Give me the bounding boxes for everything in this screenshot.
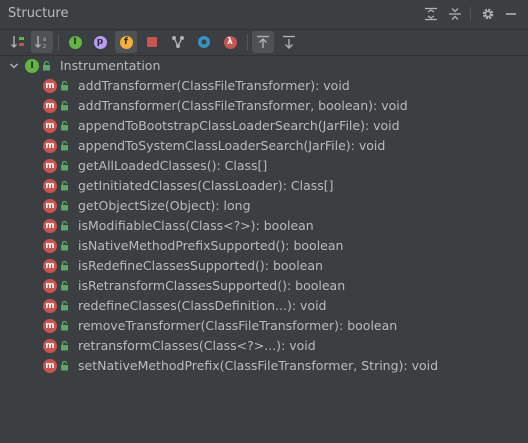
method-icon: m [43, 339, 57, 353]
method-icon: m [43, 159, 57, 173]
tree-item-label: getAllLoadedClasses(): Class[] [78, 158, 268, 173]
method-icon: m [43, 219, 57, 233]
tree-item-label: redefineClasses(ClassDefinition...): voi… [78, 298, 327, 313]
autoscroll-from-source-icon[interactable] [278, 31, 300, 53]
tree-item-label: isRetransformClassesSupported(): boolean [78, 278, 346, 293]
tree-item-row[interactable]: m appendToBootstrapClassLoaderSearch(JarF… [0, 116, 528, 136]
tree-item-label: isNativeMethodPrefixSupported(): boolean [78, 238, 344, 253]
tree-item-row[interactable]: m isNativeMethodPrefixSupported(): boolea… [0, 236, 528, 256]
tree-item-row[interactable]: m getObjectSize(Object): long [0, 196, 528, 216]
method-icon: m [43, 139, 57, 153]
structure-toolbar: a z I p f λ [0, 29, 528, 56]
tree-item-row[interactable]: m removeTransformer(ClassFileTransformer)… [0, 316, 528, 336]
lock-icon [61, 281, 68, 291]
show-lambda-icon[interactable]: λ [219, 31, 241, 53]
show-fields-icon[interactable]: f [115, 31, 137, 53]
show-properties-icon[interactable]: p [89, 31, 111, 53]
method-icon: m [43, 299, 57, 313]
method-icon: m [43, 279, 57, 293]
toolbar-separator [247, 34, 248, 50]
lock-icon [61, 361, 68, 371]
tree-root-row[interactable]: I Instrumentation [0, 56, 528, 76]
lock-icon [61, 241, 68, 251]
tree-item-row[interactable]: m redefineClasses(ClassDefinition...): vo… [0, 296, 528, 316]
toolbar-separator [58, 34, 59, 50]
svg-text:z: z [43, 43, 46, 50]
panel-header: Structure [0, 0, 528, 30]
autoscroll-to-source-icon[interactable] [252, 31, 274, 53]
method-icon: m [43, 119, 57, 133]
lock-icon [61, 321, 68, 331]
show-non-public-icon[interactable] [141, 31, 163, 53]
structure-panel: Structure a z I p f λ I Instrumentation … [0, 0, 528, 443]
tree-item-row[interactable]: m isModifiableClass(Class<?>): boolean [0, 216, 528, 236]
tree-item-label: addTransformer(ClassFileTransformer): vo… [78, 78, 350, 93]
method-icon: m [43, 79, 57, 93]
lock-icon [61, 161, 68, 171]
header-separator [470, 7, 471, 21]
gear-icon[interactable] [479, 5, 497, 23]
method-icon: m [43, 179, 57, 193]
tree-item-label: addTransformer(ClassFileTransformer, boo… [78, 98, 408, 113]
tree-item-label: setNativeMethodPrefix(ClassFileTransform… [78, 358, 439, 373]
tree-item-row[interactable]: m isRedefineClassesSupported(): boolean [0, 256, 528, 276]
tree-item-label: isRedefineClassesSupported(): boolean [78, 258, 323, 273]
show-inherited-icon[interactable]: I [64, 31, 86, 53]
show-lambdas-icon[interactable] [193, 31, 215, 53]
tree-item-row[interactable]: m setNativeMethodPrefix(ClassFileTransfor… [0, 356, 528, 376]
tree-item-label: getInitiatedClasses(ClassLoader): Class[… [78, 178, 334, 193]
lock-icon [61, 221, 68, 231]
lock-icon [61, 201, 68, 211]
lock-icon [61, 121, 68, 131]
tree-item-label: isModifiableClass(Class<?>): boolean [78, 218, 314, 233]
tree-root-label: Instrumentation [60, 58, 161, 73]
lock-icon [43, 61, 50, 71]
lock-icon [61, 301, 68, 311]
tree-item-row[interactable]: m addTransformer(ClassFileTransformer, bo… [0, 96, 528, 116]
tree-item-label: appendToBootstrapClassLoaderSearch(JarFi… [78, 118, 400, 133]
expand-all-icon[interactable] [422, 5, 440, 23]
method-icon: m [43, 199, 57, 213]
method-icon: m [43, 259, 57, 273]
tree-item-row[interactable]: m getAllLoadedClasses(): Class[] [0, 156, 528, 176]
tree-item-row[interactable]: m appendToSystemClassLoaderSearch(JarFile… [0, 136, 528, 156]
minimize-icon[interactable] [502, 5, 520, 23]
sort-alphabetically-icon[interactable]: a z [31, 31, 53, 53]
chevron-down-icon[interactable] [8, 60, 20, 72]
tree-item-label: retransformClasses(Class<?>...): void [78, 338, 316, 353]
tree-item-row[interactable]: m addTransformer(ClassFileTransformer): v… [0, 76, 528, 96]
tree-item-row[interactable]: m getInitiatedClasses(ClassLoader): Class… [0, 176, 528, 196]
method-icon: m [43, 239, 57, 253]
tree-item-label: removeTransformer(ClassFileTransformer):… [78, 318, 398, 333]
interface-icon: I [25, 59, 39, 73]
show-anonymous-icon[interactable] [167, 31, 189, 53]
method-icon: m [43, 319, 57, 333]
lock-icon [61, 81, 68, 91]
tree-item-row[interactable]: m retransformClasses(Class<?>...): void [0, 336, 528, 356]
sort-by-visibility-icon[interactable] [7, 31, 29, 53]
lock-icon [61, 181, 68, 191]
tree-item-label: appendToSystemClassLoaderSearch(JarFile)… [78, 138, 386, 153]
tree-item-row[interactable]: m isRetransformClassesSupported(): boolea… [0, 276, 528, 296]
method-icon: m [43, 99, 57, 113]
panel-title: Structure [8, 6, 69, 21]
collapse-all-icon[interactable] [446, 5, 464, 23]
tree-item-label: getObjectSize(Object): long [78, 198, 251, 213]
lock-icon [61, 141, 68, 151]
svg-text:a: a [43, 36, 47, 43]
lock-icon [61, 341, 68, 351]
lock-icon [61, 101, 68, 111]
method-icon: m [43, 359, 57, 373]
lock-icon [61, 261, 68, 271]
